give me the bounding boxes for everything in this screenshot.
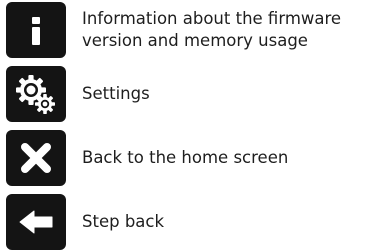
legend-label-settings: Settings — [82, 84, 150, 103]
legend-item-back: Step back — [6, 194, 164, 250]
legend-label-info: Information about the firmware version a… — [82, 9, 342, 50]
home-button[interactable] — [6, 130, 66, 186]
back-button[interactable] — [6, 194, 66, 250]
arrow-left-icon — [19, 210, 53, 234]
legend-label-back: Step back — [82, 212, 165, 231]
legend-label-home: Back to the home screen — [82, 148, 289, 167]
settings-button[interactable] — [6, 66, 66, 122]
info-icon — [32, 17, 40, 45]
close-x-icon — [21, 143, 51, 173]
gears-icon — [16, 75, 55, 114]
info-button[interactable] — [6, 2, 66, 58]
legend-item-settings: Settings — [6, 66, 150, 122]
legend-item-home: Back to the home screen — [6, 130, 288, 186]
legend-item-info: Information about the firmware version a… — [6, 2, 341, 58]
